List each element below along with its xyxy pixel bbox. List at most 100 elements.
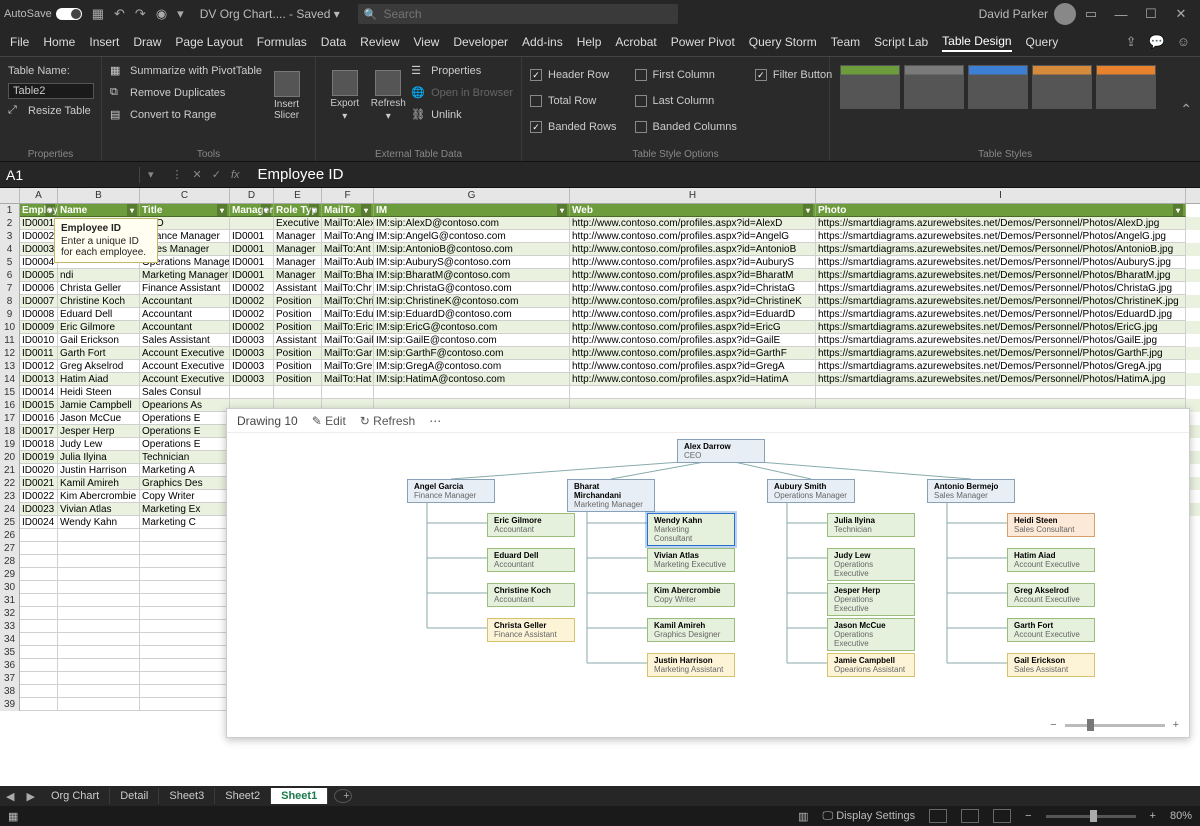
table-cell[interactable]: ID0001 bbox=[230, 256, 274, 269]
org-node[interactable]: Wendy KahnMarketing Consultant bbox=[647, 513, 735, 546]
table-cell[interactable]: Wendy Kahn bbox=[58, 516, 140, 529]
table-cell[interactable]: Accountant bbox=[140, 308, 230, 321]
table-cell[interactable]: Greg Akselrod bbox=[58, 360, 140, 373]
row-header[interactable]: 11 bbox=[0, 334, 20, 347]
table-cell[interactable] bbox=[322, 386, 374, 399]
tab-page-layout[interactable]: Page Layout bbox=[175, 33, 242, 51]
row-header[interactable]: 34 bbox=[0, 633, 20, 646]
table-cell[interactable]: Finance Assistant bbox=[140, 282, 230, 295]
table-cell[interactable]: https://smartdiagrams.azurewebsites.net/… bbox=[816, 360, 1186, 373]
table-cell[interactable]: MailTo:Gre bbox=[322, 360, 374, 373]
row-header[interactable]: 24 bbox=[0, 503, 20, 516]
enter-icon[interactable]: ✓ bbox=[212, 168, 221, 181]
org-node[interactable]: Jesper HerpOperations Executive bbox=[827, 583, 915, 616]
table-cell[interactable]: Manager bbox=[274, 230, 322, 243]
table-cell[interactable]: ID0011 bbox=[20, 347, 58, 360]
total-row-check[interactable]: Total Row bbox=[530, 91, 617, 111]
filter-button-check[interactable]: ✓Filter Button bbox=[755, 65, 832, 85]
table-cell[interactable]: Accountant bbox=[140, 321, 230, 334]
row-header[interactable]: 28 bbox=[0, 555, 20, 568]
addin-icon[interactable]: ▥ bbox=[798, 810, 808, 823]
tab-table-design[interactable]: Table Design bbox=[942, 32, 1011, 52]
table-cell[interactable]: Marketing C bbox=[140, 516, 230, 529]
table-cell[interactable]: Operations E bbox=[140, 412, 230, 425]
table-cell[interactable]: ID0020 bbox=[20, 464, 58, 477]
org-node[interactable]: Kim AbercrombieCopy Writer bbox=[647, 583, 735, 607]
table-style-2[interactable] bbox=[904, 65, 964, 109]
table-cell[interactable]: ID0007 bbox=[20, 295, 58, 308]
table-cell[interactable]: Position bbox=[274, 308, 322, 321]
last-col-check[interactable]: Last Column bbox=[635, 91, 737, 111]
table-cell[interactable] bbox=[230, 217, 274, 230]
table-cell[interactable]: http://www.contoso.com/profiles.aspx?id=… bbox=[570, 217, 816, 230]
tab-insert[interactable]: Insert bbox=[89, 33, 119, 51]
row-header[interactable]: 20 bbox=[0, 451, 20, 464]
table-cell[interactable]: IM:sip:HatimA@contoso.com bbox=[374, 373, 570, 386]
search-input[interactable] bbox=[383, 7, 671, 21]
table-name-input[interactable] bbox=[8, 83, 94, 99]
drawing-zoom-slider[interactable] bbox=[1065, 724, 1165, 727]
table-header-cell[interactable]: Title bbox=[140, 204, 230, 217]
row-header[interactable]: 23 bbox=[0, 490, 20, 503]
table-cell[interactable]: Position bbox=[274, 373, 322, 386]
table-cell[interactable]: MailTo:Hat bbox=[322, 373, 374, 386]
table-cell[interactable]: IM:sip:AuburyS@contoso.com bbox=[374, 256, 570, 269]
table-cell[interactable] bbox=[20, 594, 58, 607]
name-box[interactable]: A1 bbox=[0, 167, 140, 183]
table-cell[interactable]: http://www.contoso.com/profiles.aspx?id=… bbox=[570, 295, 816, 308]
table-cell[interactable]: Kamil Amireh bbox=[58, 477, 140, 490]
share-icon[interactable]: ⇪ bbox=[1126, 34, 1137, 50]
zoom-out-icon[interactable]: − bbox=[1025, 810, 1031, 822]
table-cell[interactable] bbox=[58, 542, 140, 555]
table-cell[interactable]: ID0024 bbox=[20, 516, 58, 529]
table-cell[interactable]: https://smartdiagrams.azurewebsites.net/… bbox=[816, 373, 1186, 386]
col-header-B[interactable]: B bbox=[58, 188, 140, 203]
org-node[interactable]: Julia IlyinaTechnician bbox=[827, 513, 915, 537]
formula-content[interactable]: Employee ID bbox=[248, 166, 344, 183]
org-node[interactable]: Garth FortAccount Executive bbox=[1007, 618, 1095, 642]
table-cell[interactable]: Account Executive bbox=[140, 373, 230, 386]
table-header-cell[interactable]: IM bbox=[374, 204, 570, 217]
table-cell[interactable]: Kim Abercrombie bbox=[58, 490, 140, 503]
table-cell[interactable] bbox=[20, 698, 58, 711]
row-header[interactable]: 21 bbox=[0, 464, 20, 477]
undo-icon[interactable]: ↶ bbox=[114, 6, 125, 22]
col-header-F[interactable]: F bbox=[322, 188, 374, 203]
table-cell[interactable] bbox=[20, 607, 58, 620]
table-cell[interactable] bbox=[20, 555, 58, 568]
table-cell[interactable]: Manager bbox=[274, 256, 322, 269]
table-cell[interactable] bbox=[58, 620, 140, 633]
org-node[interactable]: Christine KochAccountant bbox=[487, 583, 575, 607]
table-cell[interactable]: Sales Assistant bbox=[140, 334, 230, 347]
table-header-cell[interactable]: Manager bbox=[230, 204, 274, 217]
table-cell[interactable]: Eduard Dell bbox=[58, 308, 140, 321]
row-header[interactable]: 30 bbox=[0, 581, 20, 594]
autosave-toggle[interactable] bbox=[56, 8, 82, 20]
col-header-G[interactable]: G bbox=[374, 188, 570, 203]
row-header[interactable]: 22 bbox=[0, 477, 20, 490]
row-header[interactable]: 14 bbox=[0, 373, 20, 386]
table-cell[interactable]: Christa Geller bbox=[58, 282, 140, 295]
table-cell[interactable] bbox=[58, 581, 140, 594]
table-cell[interactable]: ID0014 bbox=[20, 386, 58, 399]
properties-button[interactable]: ☰Properties bbox=[411, 61, 513, 81]
remove-duplicates-button[interactable]: ⧉Remove Duplicates bbox=[110, 83, 262, 103]
table-cell[interactable]: ID0021 bbox=[20, 477, 58, 490]
table-cell[interactable] bbox=[140, 685, 230, 698]
table-cell[interactable] bbox=[20, 620, 58, 633]
first-col-check[interactable]: First Column bbox=[635, 65, 737, 85]
table-cell[interactable]: https://smartdiagrams.azurewebsites.net/… bbox=[816, 282, 1186, 295]
table-cell[interactable]: Operations E bbox=[140, 425, 230, 438]
tab-query[interactable]: Query bbox=[1026, 33, 1059, 51]
edit-button[interactable]: ✎ Edit bbox=[312, 414, 346, 428]
table-cell[interactable]: IM:sip:AntonioB@contoso.com bbox=[374, 243, 570, 256]
worksheet-grid[interactable]: ABCDEFGHI 1EmployeeNameTitleManagerRole … bbox=[0, 188, 1200, 786]
table-cell[interactable]: Julia Ilyina bbox=[58, 451, 140, 464]
table-cell[interactable]: http://www.contoso.com/profiles.aspx?id=… bbox=[570, 360, 816, 373]
table-cell[interactable] bbox=[20, 581, 58, 594]
table-cell[interactable]: IM:sip:AngelG@contoso.com bbox=[374, 230, 570, 243]
row-header[interactable]: 36 bbox=[0, 659, 20, 672]
table-cell[interactable]: Account Executive bbox=[140, 347, 230, 360]
table-cell[interactable]: http://www.contoso.com/profiles.aspx?id=… bbox=[570, 321, 816, 334]
table-cell[interactable] bbox=[140, 659, 230, 672]
